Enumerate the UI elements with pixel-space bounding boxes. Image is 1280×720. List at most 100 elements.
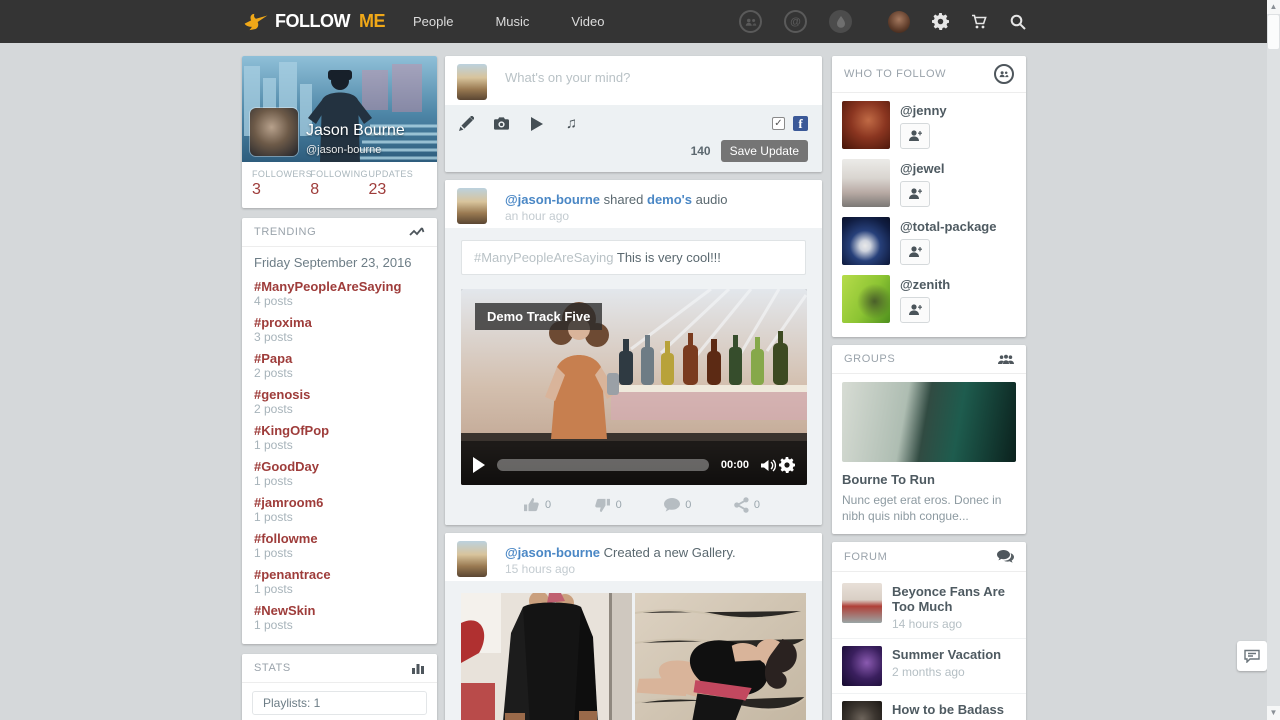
hashtag-link[interactable]: #GoodDay: [254, 458, 425, 475]
thread-title[interactable]: Beyonce Fans Are Too Much: [892, 584, 1016, 614]
hashtag-link[interactable]: #jamroom6: [254, 494, 425, 511]
stat-updates[interactable]: Updates 23: [369, 169, 427, 199]
left-sidebar: Jason Bourne @jason-bourne Followers 3 F…: [242, 56, 437, 720]
media-title-overlay: Demo Track Five: [475, 303, 602, 330]
trending-item: #KingOfPop1 posts: [254, 422, 425, 452]
music-note-icon[interactable]: ♫: [564, 116, 579, 131]
thumbs-up-icon: [523, 497, 540, 513]
player-play-button[interactable]: [473, 457, 485, 473]
nav-link-people[interactable]: People: [413, 14, 453, 29]
author-link[interactable]: @jason-bourne: [505, 545, 600, 560]
people-status-icon[interactable]: [739, 10, 762, 33]
stat-following[interactable]: Following 8: [310, 169, 368, 199]
share-count: 0: [754, 499, 760, 511]
scrollbar-down-arrow[interactable]: ▼: [1267, 706, 1280, 720]
group-name[interactable]: Bourne To Run: [842, 472, 1016, 487]
thread-time: 2 months ago: [892, 665, 1001, 679]
hashtag-link[interactable]: #NewSkin: [254, 602, 425, 619]
player-progress-bar[interactable]: [497, 459, 709, 471]
save-update-button[interactable]: Save Update: [721, 140, 808, 162]
follow-user-button[interactable]: [900, 181, 930, 207]
trending-item: #ManyPeopleAreSaying4 posts: [254, 278, 425, 308]
nav-link-music[interactable]: Music: [495, 14, 529, 29]
facebook-share-checkbox[interactable]: ✓: [772, 117, 785, 130]
thread-title[interactable]: How to be Badass: [892, 702, 1004, 717]
brand-logo[interactable]: FOLLOWME: [243, 11, 385, 32]
profile-avatar[interactable]: [250, 108, 298, 156]
user-avatar[interactable]: [888, 11, 910, 33]
trending-item: #jamroom61 posts: [254, 494, 425, 524]
comment-button[interactable]: 0: [664, 497, 691, 513]
stat-followers[interactable]: Followers 3: [252, 169, 310, 199]
share-button[interactable]: 0: [734, 497, 760, 513]
scrollbar-up-arrow[interactable]: ▲: [1267, 0, 1280, 14]
page-scrollbar[interactable]: ▲ ▼: [1267, 0, 1280, 720]
write-pencil-icon[interactable]: [459, 116, 474, 131]
user-handle[interactable]: @jewel: [900, 161, 944, 176]
photo-camera-icon[interactable]: [494, 117, 509, 130]
hashtag-link[interactable]: #proxima: [254, 314, 425, 331]
user-handle[interactable]: @zenith: [900, 277, 950, 292]
gallery-grid: [461, 593, 806, 720]
hashtag-link[interactable]: #Papa: [254, 350, 425, 367]
groups-card: Groups Bourne To Run Nunc eget erat eros…: [832, 345, 1026, 534]
suggested-user: @total-package: [842, 217, 1016, 265]
profile-card: Jason Bourne @jason-bourne Followers 3 F…: [242, 56, 437, 208]
comment-bubble-icon: [664, 498, 680, 512]
follow-user-button[interactable]: [900, 297, 930, 323]
like-button[interactable]: 0: [523, 497, 551, 513]
search-icon[interactable]: [1010, 14, 1026, 30]
nav-link-video[interactable]: Video: [571, 14, 604, 29]
video-play-icon[interactable]: [529, 117, 544, 131]
post-author-avatar[interactable]: [457, 188, 487, 224]
chat-launcher-button[interactable]: [1237, 641, 1267, 671]
groups-title: Groups: [844, 353, 895, 365]
hashtag-link[interactable]: #genosis: [254, 386, 425, 403]
player-time: 00:00: [721, 459, 749, 471]
like-count: 0: [545, 499, 551, 511]
trending-item: #GoodDay1 posts: [254, 458, 425, 488]
forum-thread[interactable]: How to be Badass 3 months ago: [832, 694, 1026, 720]
gallery-image-2[interactable]: [635, 593, 806, 720]
user-avatar-jewel[interactable]: [842, 159, 890, 207]
audio-player[interactable]: Demo Track Five 00:00: [461, 289, 807, 485]
post-author-avatar[interactable]: [457, 541, 487, 577]
player-settings-icon[interactable]: [779, 457, 795, 473]
cart-icon[interactable]: [971, 14, 988, 30]
group-cover-image[interactable]: [842, 382, 1016, 462]
dislike-button[interactable]: 0: [594, 497, 622, 513]
forum-thread[interactable]: Summer Vacation 2 months ago: [832, 639, 1026, 694]
status-hashtag[interactable]: #ManyPeopleAreSaying: [474, 250, 613, 265]
mentions-icon[interactable]: @: [784, 10, 807, 33]
hashtag-link[interactable]: #KingOfPop: [254, 422, 425, 439]
stats-item-playlists[interactable]: Playlists: 1: [252, 691, 427, 715]
hashtag-link[interactable]: #ManyPeopleAreSaying: [254, 278, 425, 295]
user-handle[interactable]: @total-package: [900, 219, 996, 234]
status-input[interactable]: [505, 64, 810, 97]
notifications-icon[interactable]: [829, 10, 852, 33]
thread-title[interactable]: Summer Vacation: [892, 647, 1001, 662]
hashtag-link[interactable]: #penantrace: [254, 566, 425, 583]
trending-item: #NewSkin1 posts: [254, 602, 425, 632]
user-avatar-zenith[interactable]: [842, 275, 890, 323]
user-avatar-total-package[interactable]: [842, 217, 890, 265]
trending-date: Friday September 23, 2016: [254, 255, 425, 270]
settings-gear-icon[interactable]: [932, 13, 949, 30]
dislike-count: 0: [616, 499, 622, 511]
user-avatar-jenny[interactable]: [842, 101, 890, 149]
post-timestamp: an hour ago: [505, 209, 727, 223]
thread-thumbnail: [842, 583, 882, 623]
author-link[interactable]: @jason-bourne: [505, 192, 600, 207]
target-user-link[interactable]: demo's: [647, 192, 692, 207]
user-handle[interactable]: @jenny: [900, 103, 947, 118]
gallery-image-1[interactable]: [461, 593, 632, 720]
follow-user-button[interactable]: [900, 123, 930, 149]
feed-post-gallery: @jason-bourne Created a new Gallery. 15 …: [445, 533, 822, 720]
facebook-icon[interactable]: f: [793, 116, 808, 131]
scrollbar-thumb[interactable]: [1268, 15, 1279, 49]
forum-thread[interactable]: Beyonce Fans Are Too Much 14 hours ago: [832, 576, 1026, 639]
volume-icon[interactable]: [761, 459, 777, 472]
follow-user-button[interactable]: [900, 239, 930, 265]
hashtag-link[interactable]: #followme: [254, 530, 425, 547]
post-headline: @jason-bourne shared demo's audio: [505, 192, 727, 207]
